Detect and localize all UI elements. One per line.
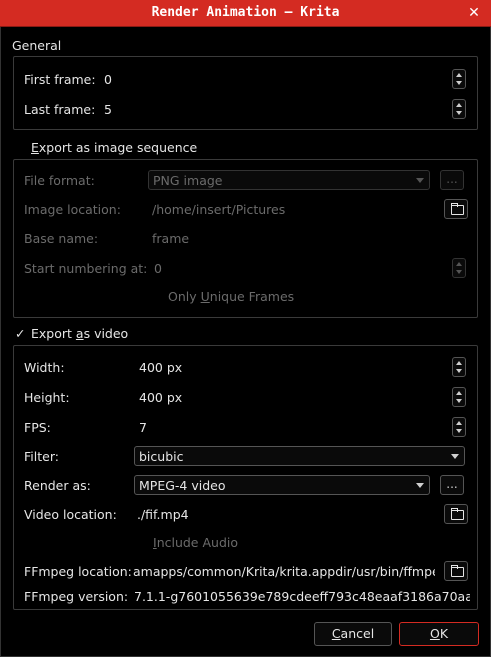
ffmpeg-location-input[interactable]: amapps/common/Krita/krita.appdir/usr/bin… bbox=[133, 564, 435, 579]
first-frame-label: First frame: bbox=[24, 72, 96, 87]
file-format-label: File format: bbox=[24, 173, 95, 188]
export-video-checkbox[interactable]: Export as video bbox=[31, 326, 128, 341]
render-as-select[interactable]: MPEG-4 video bbox=[134, 475, 430, 495]
export-image-sequence-checkbox[interactable]: Export as image sequence bbox=[31, 140, 197, 155]
height-input[interactable]: 400 px bbox=[139, 390, 182, 405]
cancel-button[interactable]: Cancel bbox=[314, 622, 392, 646]
file-format-select[interactable]: PNG image bbox=[148, 170, 430, 190]
height-label: Height: bbox=[24, 390, 70, 405]
chevron-down-icon bbox=[416, 483, 424, 488]
fps-input[interactable]: 7 bbox=[139, 420, 147, 435]
fps-label: FPS: bbox=[24, 420, 51, 435]
chevron-down-icon bbox=[416, 178, 424, 183]
render-options-button[interactable]: ... bbox=[440, 475, 464, 495]
close-icon[interactable]: ✕ bbox=[465, 4, 483, 22]
base-name-input[interactable]: frame bbox=[152, 231, 189, 246]
start-numbering-spinner[interactable] bbox=[452, 258, 466, 278]
image-location-input[interactable]: /home/insert/Pictures bbox=[152, 202, 285, 217]
title-bar: Render Animation – Krita ✕ bbox=[0, 0, 491, 27]
filter-select[interactable]: bicubic bbox=[134, 446, 465, 466]
ffmpeg-location-folder-icon[interactable] bbox=[444, 561, 468, 581]
last-frame-label: Last frame: bbox=[24, 102, 96, 117]
last-frame-input[interactable]: 5 bbox=[104, 102, 112, 117]
first-frame-input[interactable]: 0 bbox=[104, 72, 112, 87]
general-group bbox=[13, 56, 478, 130]
video-location-folder-icon[interactable] bbox=[444, 504, 468, 524]
chevron-down-icon bbox=[451, 454, 459, 459]
include-audio-checkbox[interactable]: Include Audio bbox=[153, 535, 238, 550]
image-location-folder-icon[interactable] bbox=[444, 199, 468, 219]
width-label: Width: bbox=[24, 360, 65, 375]
render-as-label: Render as: bbox=[24, 478, 91, 493]
video-location-input[interactable]: ./fif.mp4 bbox=[137, 507, 189, 522]
video-location-label: Video location: bbox=[24, 507, 117, 522]
height-spinner[interactable] bbox=[452, 387, 466, 407]
export-video-checkmark-icon[interactable]: ✓ bbox=[15, 326, 25, 341]
base-name-label: Base name: bbox=[24, 231, 99, 246]
last-frame-spinner[interactable] bbox=[452, 99, 466, 119]
file-format-options-button[interactable]: ... bbox=[440, 170, 464, 190]
fps-spinner[interactable] bbox=[452, 417, 466, 437]
window-title: Render Animation – Krita bbox=[151, 5, 340, 20]
width-input[interactable]: 400 px bbox=[139, 360, 182, 375]
ffmpeg-version-value: 7.1.1-g7601055639e789cdeeff793c48eaaf318… bbox=[134, 589, 470, 604]
only-unique-frames-checkbox[interactable]: Only Unique Frames bbox=[168, 289, 294, 304]
ffmpeg-version-label: FFmpeg version: bbox=[24, 589, 129, 604]
general-group-title: General bbox=[12, 38, 62, 53]
filter-label: Filter: bbox=[24, 449, 59, 464]
first-frame-spinner[interactable] bbox=[452, 69, 466, 89]
image-location-label: Image location: bbox=[24, 202, 121, 217]
width-spinner[interactable] bbox=[452, 357, 466, 377]
start-numbering-input[interactable]: 0 bbox=[154, 261, 162, 276]
ok-button[interactable]: OK bbox=[399, 622, 479, 646]
start-numbering-label: Start numbering at: bbox=[24, 261, 148, 276]
ffmpeg-location-label: FFmpeg location: bbox=[24, 564, 132, 579]
